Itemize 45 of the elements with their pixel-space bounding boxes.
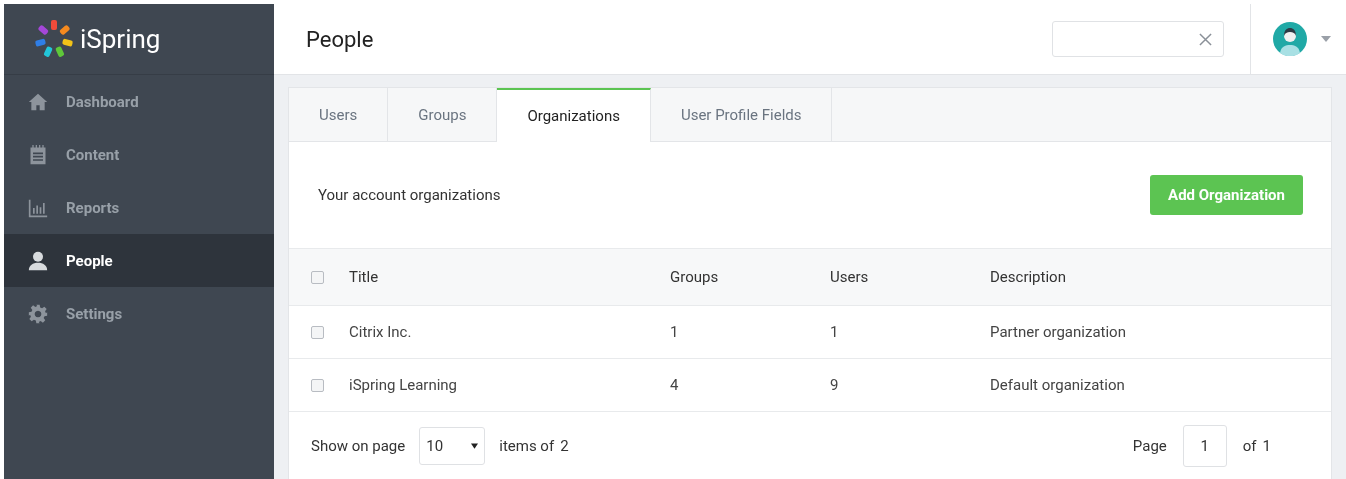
table-cell-text: Default organization	[990, 376, 1126, 394]
sidebar-item[interactable]: Content	[4, 128, 274, 181]
bar-chart-icon	[28, 197, 48, 218]
column-header[interactable]: Users	[830, 268, 990, 286]
table-cell-text: Partner organization	[990, 323, 1127, 341]
caret-icon[interactable]	[1321, 36, 1331, 42]
page-label: Page	[1132, 437, 1167, 455]
select-all-checkbox[interactable]	[311, 270, 324, 284]
sidebar-item[interactable]: Dashboard	[4, 75, 274, 128]
home-icon	[28, 91, 48, 112]
dropdown-icon	[471, 443, 479, 449]
total-count: 2	[560, 437, 569, 455]
row-checkbox[interactable]	[311, 325, 324, 339]
sidebar-item[interactable]: Reports	[4, 181, 274, 234]
tab[interactable]: Users	[289, 88, 389, 141]
logo-text: iSpring	[80, 24, 161, 54]
tab[interactable]: Organizations	[497, 88, 651, 142]
avatar-icon[interactable]	[1273, 22, 1307, 56]
page-size-select[interactable]: 10	[419, 427, 486, 465]
show-on-page-label: Show on page	[311, 437, 406, 455]
tab[interactable]: User Profile Fields	[650, 88, 833, 141]
panel-caption: Your account organizations	[318, 186, 501, 204]
table-cell-text: iSpring Learning	[349, 376, 459, 394]
row-checkbox[interactable]	[311, 378, 324, 392]
table-cell-text: 9	[830, 376, 840, 394]
clear-icon[interactable]	[1199, 32, 1212, 46]
logo-icon	[34, 19, 74, 59]
gear-icon	[28, 303, 48, 324]
table-cell-text: 1	[670, 323, 680, 341]
column-header[interactable]: Description	[990, 268, 1331, 286]
column-header[interactable]: Groups	[670, 268, 830, 286]
notepad-icon	[28, 144, 48, 165]
items-of-label: items of	[499, 437, 555, 455]
page-field[interactable]: 1	[1182, 425, 1227, 467]
table-cell-text: 4	[670, 376, 680, 394]
page-count: 1	[1262, 437, 1271, 455]
table-cell-text: Citrix Inc.	[349, 323, 413, 341]
column-header[interactable]: Title	[349, 268, 670, 286]
of-label: of	[1242, 437, 1257, 455]
person-icon	[28, 250, 48, 271]
sidebar-item[interactable]: People	[4, 234, 274, 287]
sidebar-item[interactable]: Settings	[4, 287, 274, 340]
table-cell-text: 1	[830, 323, 840, 341]
page-title: People	[306, 26, 375, 52]
search-field[interactable]	[1052, 21, 1224, 57]
